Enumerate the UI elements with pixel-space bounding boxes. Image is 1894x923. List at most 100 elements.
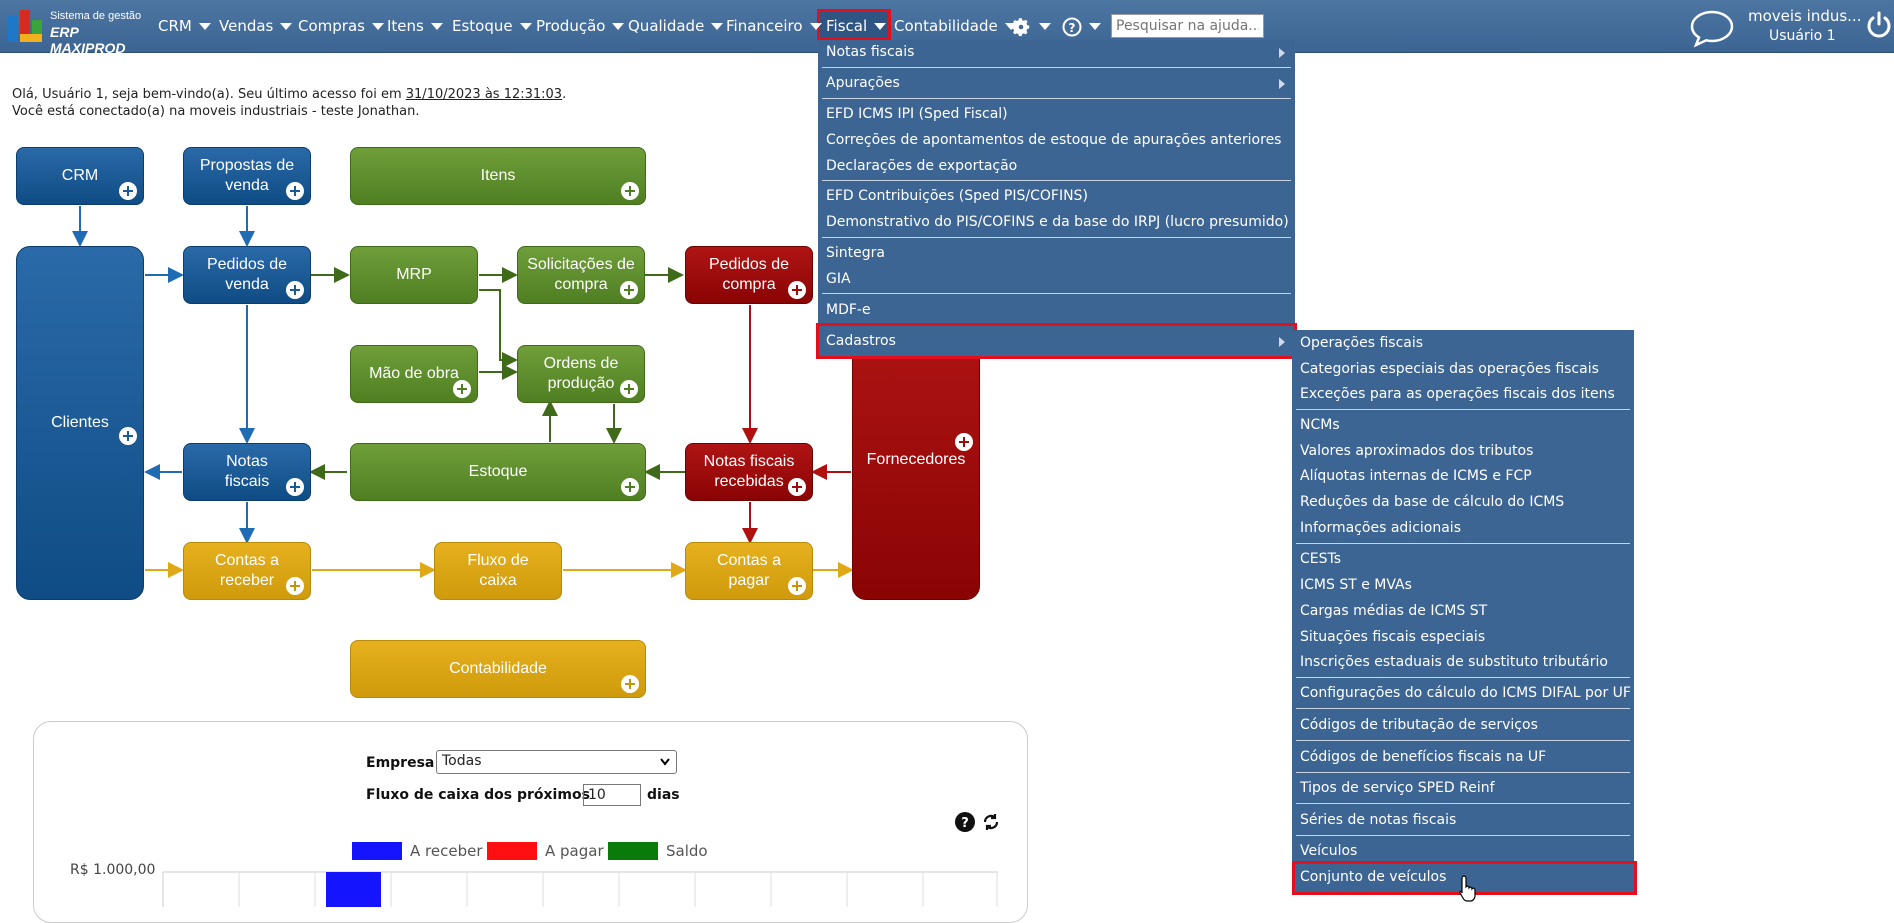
flow-label: Itens: [480, 167, 516, 184]
flow-propostas-venda[interactable]: Propostas de venda: [183, 147, 311, 205]
nav-itens[interactable]: Itens: [387, 0, 443, 52]
menu-item-sintegra[interactable]: Sintegra: [818, 241, 1295, 265]
nav-qualidade[interactable]: Qualidade: [628, 0, 724, 52]
submenu-item-situacoes-fiscais[interactable]: Situações fiscais especiais: [1292, 625, 1634, 649]
nav-compras[interactable]: Compras: [298, 0, 384, 52]
submenu-item-operacoes-fiscais[interactable]: Operações fiscais: [1292, 331, 1634, 355]
flow-itens[interactable]: Itens: [350, 147, 646, 205]
add-icon[interactable]: [621, 675, 639, 693]
menu-divider: [822, 293, 1291, 294]
flow-mrp[interactable]: MRP: [350, 246, 478, 304]
add-icon[interactable]: [955, 433, 973, 451]
submenu-item-excecoes-operacoes[interactable]: Exceções para as operações fiscais dos i…: [1292, 382, 1634, 406]
menu-item-gia[interactable]: GIA: [818, 267, 1295, 291]
menu-item-efd-contribuicoes[interactable]: EFD Contribuições (Sped PIS/COFINS): [818, 184, 1295, 208]
menu-item-demonstrativo-pis-cofins[interactable]: Demonstrativo do PIS/COFINS e da base do…: [818, 210, 1295, 234]
flow-clientes[interactable]: Clientes: [16, 246, 144, 600]
add-icon[interactable]: [286, 281, 304, 299]
add-icon[interactable]: [788, 478, 806, 496]
nav-producao[interactable]: Produção: [536, 0, 625, 52]
flow-fornecedores[interactable]: Fornecedores: [852, 320, 980, 600]
y-axis-tick: R$ 1.000,00: [70, 862, 156, 878]
flow-pedidos-venda[interactable]: Pedidos de venda: [183, 246, 311, 304]
flow-notas-fiscais-recebidas[interactable]: Notas fiscais recebidas: [685, 443, 813, 501]
submenu-item-cests[interactable]: CESTs: [1292, 547, 1634, 571]
flow-pedidos-compra[interactable]: Pedidos de compra: [685, 246, 813, 304]
empresa-select[interactable]: Todas: [436, 750, 677, 774]
refresh-icon[interactable]: [981, 812, 1001, 832]
receber-bar: [326, 872, 381, 907]
nav-label: Compras: [298, 17, 365, 35]
submenu-item-aliquotas-internas[interactable]: Alíquotas internas de ICMS e FCP: [1292, 464, 1634, 488]
nav-label: Vendas: [219, 17, 274, 35]
flow-crm[interactable]: CRM: [16, 147, 144, 205]
menu-item-label: Veículos: [1300, 843, 1358, 859]
nav-crm[interactable]: CRM: [158, 0, 211, 52]
submenu-item-veiculos[interactable]: Veículos: [1292, 839, 1634, 863]
menu-item-mdfe[interactable]: MDF-e: [818, 298, 1295, 322]
flow-notas-fiscais[interactable]: Notas fiscais: [183, 443, 311, 501]
add-icon[interactable]: [620, 380, 638, 398]
chevron-down-icon: [371, 23, 384, 30]
logo-icon: [8, 10, 44, 42]
nav-estoque[interactable]: Estoque: [452, 0, 532, 52]
company-name[interactable]: moveis indus...: [1748, 7, 1861, 25]
power-icon[interactable]: [1866, 10, 1892, 40]
menu-item-correcoes-apontamentos[interactable]: Correções de apontamentos de estoque de …: [818, 128, 1295, 152]
fluxo-label: Fluxo de caixa dos próximos: [366, 787, 590, 803]
menu-item-label: Cargas médias de ICMS ST: [1300, 603, 1488, 619]
submenu-item-series-notas[interactable]: Séries de notas fiscais: [1292, 808, 1634, 832]
submenu-item-ncms[interactable]: NCMs: [1292, 413, 1634, 437]
dias-input[interactable]: 10: [583, 784, 641, 806]
submenu-item-codigos-tributacao[interactable]: Códigos de tributação de serviços: [1292, 713, 1634, 737]
submenu-item-codigos-beneficios[interactable]: Códigos de benefícios fiscais na UF: [1292, 745, 1634, 769]
chat-icon[interactable]: [1688, 8, 1736, 48]
add-icon[interactable]: [286, 577, 304, 595]
flow-contabilidade[interactable]: Contabilidade: [350, 640, 646, 698]
menu-item-efd-icms-ipi[interactable]: EFD ICMS IPI (Sped Fiscal): [818, 102, 1295, 126]
add-icon[interactable]: [286, 182, 304, 200]
menu-item-declaracoes-exportacao[interactable]: Declarações de exportação: [818, 154, 1295, 178]
dias-label: dias: [647, 787, 680, 803]
app-logo[interactable]: Sistema de gestão ERP MAXIPROD: [6, 8, 146, 56]
add-icon[interactable]: [119, 182, 137, 200]
flow-fluxo-caixa[interactable]: Fluxo de caixa: [434, 542, 562, 600]
menu-item-label: EFD Contribuições (Sped PIS/COFINS): [826, 188, 1088, 204]
help-icon[interactable]: ?: [955, 812, 975, 832]
submenu-item-config-difal[interactable]: Configurações do cálculo do ICMS DIFAL p…: [1292, 681, 1634, 705]
add-icon[interactable]: [119, 427, 137, 445]
flow-ordens-producao[interactable]: Ordens de produção: [517, 345, 645, 403]
flow-solicitacoes-compra[interactable]: Solicitações de compra: [517, 246, 645, 304]
submenu-item-categorias-especiais[interactable]: Categorias especiais das operações fisca…: [1292, 357, 1634, 381]
legend-swatch: [352, 842, 402, 860]
add-icon[interactable]: [788, 577, 806, 595]
submenu-item-cargas-medias[interactable]: Cargas médias de ICMS ST: [1292, 599, 1634, 623]
add-icon[interactable]: [621, 182, 639, 200]
submenu-item-reducoes-base[interactable]: Reduções da base de cálculo do ICMS: [1292, 490, 1634, 514]
submenu-item-inscricoes-estaduais[interactable]: Inscrições estaduais de substituto tribu…: [1292, 650, 1634, 674]
chevron-down-icon: [809, 23, 822, 30]
user-menu[interactable]: Usuário 1: [1769, 28, 1836, 44]
last-access-link[interactable]: 31/10/2023 às 12:31:03: [406, 87, 562, 102]
add-icon[interactable]: [453, 380, 471, 398]
add-icon[interactable]: [788, 281, 806, 299]
submenu-item-informacoes-adicionais[interactable]: Informações adicionais: [1292, 516, 1634, 540]
add-icon[interactable]: [286, 478, 304, 496]
flow-mao-de-obra[interactable]: Mão de obra: [350, 345, 478, 403]
flow-contas-pagar[interactable]: Contas a pagar: [685, 542, 813, 600]
menu-item-notas-fiscais[interactable]: Notas fiscais: [818, 40, 1295, 64]
menu-item-apuracoes[interactable]: Apurações: [818, 71, 1295, 95]
nav-label: Itens: [387, 17, 424, 35]
menu-divider: [1296, 543, 1630, 544]
add-icon[interactable]: [620, 281, 638, 299]
add-icon[interactable]: [621, 478, 639, 496]
nav-vendas[interactable]: Vendas: [219, 0, 293, 52]
flow-estoque[interactable]: Estoque: [350, 443, 646, 501]
nav-financeiro[interactable]: Financeiro: [726, 0, 822, 52]
submenu-item-icms-st-mvas[interactable]: ICMS ST e MVAs: [1292, 573, 1634, 597]
submenu-item-valores-aproximados[interactable]: Valores aproximados dos tributos: [1292, 439, 1634, 463]
submenu-item-tipos-servico-reinf[interactable]: Tipos de serviço SPED Reinf: [1292, 776, 1634, 800]
legend-label: A pagar: [545, 842, 604, 860]
flow-contas-receber[interactable]: Contas a receber: [183, 542, 311, 600]
help-search-input[interactable]: [1111, 14, 1264, 38]
